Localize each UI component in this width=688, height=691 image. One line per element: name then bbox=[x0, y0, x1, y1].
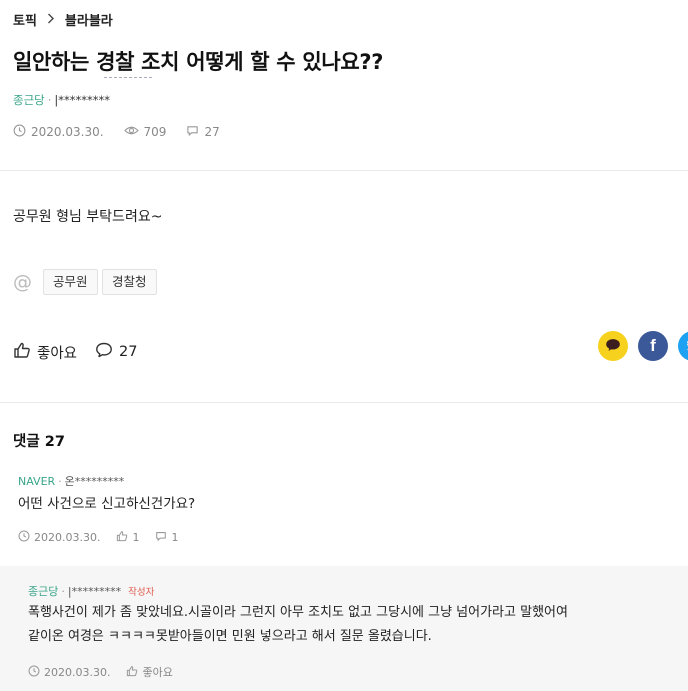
breadcrumb-board-link[interactable]: 토픽 bbox=[13, 10, 37, 29]
reply-meta: 2020.03.30. 좋아요 bbox=[28, 664, 189, 680]
eye-icon bbox=[123, 124, 139, 140]
post-date-text: 2020.03.30. bbox=[31, 125, 104, 139]
author-id: |********* bbox=[54, 93, 111, 107]
breadcrumb-sub-link[interactable]: 블라블라 bbox=[65, 10, 113, 29]
thumbs-up-icon bbox=[116, 530, 128, 545]
at-sign-icon: @ bbox=[13, 271, 32, 293]
comment-date: 2020.03.30. bbox=[18, 530, 100, 545]
facebook-icon: f bbox=[650, 336, 656, 355]
comment-reply-count: 1 bbox=[171, 531, 179, 544]
comment-like-button[interactable]: 1 bbox=[116, 530, 139, 545]
post-views: 709 bbox=[123, 124, 167, 140]
title-keyword-underline[interactable] bbox=[104, 77, 152, 78]
reply-author-separator: · bbox=[61, 584, 65, 598]
reply-date-text: 2020.03.30. bbox=[44, 665, 111, 679]
comment-icon bbox=[186, 124, 199, 140]
reply-like-button[interactable]: 좋아요 bbox=[126, 664, 173, 680]
comment-author[interactable]: NAVER · 온********* bbox=[18, 473, 124, 489]
post-actions: 좋아요 27 bbox=[13, 341, 155, 363]
chevron-right-icon bbox=[47, 12, 55, 28]
post-title: 일안하는 경찰 조치 어떻게 할 수 있나요?? bbox=[13, 50, 384, 74]
reply-like-label: 좋아요 bbox=[142, 666, 173, 679]
clock-icon bbox=[28, 665, 40, 680]
kakao-talk-icon bbox=[605, 337, 621, 356]
clock-icon bbox=[13, 124, 26, 140]
divider bbox=[0, 170, 688, 171]
thumbs-up-icon bbox=[13, 341, 31, 363]
tag-chip[interactable]: 공무원 bbox=[43, 269, 98, 295]
like-label: 좋아요 bbox=[37, 345, 78, 362]
reply-author-name[interactable]: 종근당 bbox=[28, 583, 58, 599]
reply-text-line1: 폭행사건이 제가 좀 맞았네요.시골이라 그런지 아무 조치도 없고 그당시에 … bbox=[28, 605, 568, 620]
reply-author-id: |********* bbox=[67, 584, 122, 598]
post-date: 2020.03.30. bbox=[13, 124, 104, 140]
comment-author-name[interactable]: NAVER bbox=[18, 475, 55, 488]
speech-bubble-icon bbox=[95, 341, 113, 363]
comment-icon bbox=[155, 530, 167, 545]
comment-author-id: 온********* bbox=[64, 475, 125, 488]
like-button[interactable]: 좋아요 bbox=[13, 341, 77, 363]
comment-reply-button[interactable]: 1 bbox=[155, 530, 178, 545]
share-facebook-button[interactable]: f bbox=[638, 331, 668, 361]
post-meta: 2020.03.30. 709 27 bbox=[13, 124, 240, 140]
post-comments-count: 27 bbox=[204, 125, 220, 139]
breadcrumb: 토픽 블라블라 bbox=[13, 10, 113, 29]
post-views-count: 709 bbox=[143, 125, 167, 139]
thumbs-up-icon bbox=[126, 665, 138, 680]
author-name[interactable]: 종근당 bbox=[13, 92, 45, 108]
share-twitter-button[interactable] bbox=[678, 331, 688, 361]
writer-badge: 작성자 bbox=[128, 587, 155, 598]
author-separator: · bbox=[47, 93, 52, 107]
post-body: 공무원 형님 부탁드려요~ bbox=[13, 209, 163, 225]
comments-section-title: 댓글 27 bbox=[13, 434, 65, 450]
comment-text: 어떤 사건으로 신고하신건가요? bbox=[18, 496, 196, 512]
comment-date-text: 2020.03.30. bbox=[34, 531, 101, 544]
reply-text-line2: 같이온 여경은 ㅋㅋㅋㅋ못받아들이면 민원 넣으라고 해서 질문 올렸습니다. bbox=[28, 629, 432, 644]
comment-action-count: 27 bbox=[119, 344, 138, 360]
reply-date: 2020.03.30. bbox=[28, 665, 110, 680]
comment-like-count: 1 bbox=[132, 531, 140, 544]
post-author[interactable]: 종근당 · |********* bbox=[13, 92, 110, 108]
share-kakao-button[interactable] bbox=[598, 331, 628, 361]
comment-button[interactable]: 27 bbox=[95, 341, 137, 363]
clock-icon bbox=[18, 530, 30, 545]
tag-chip[interactable]: 경찰청 bbox=[102, 269, 157, 295]
post-comments: 27 bbox=[186, 124, 220, 140]
comment-author-separator: · bbox=[58, 474, 62, 488]
reply-author[interactable]: 종근당 · |********* 작성자 bbox=[28, 583, 154, 599]
comment-meta: 2020.03.30. 1 1 bbox=[18, 530, 194, 545]
divider bbox=[0, 402, 688, 403]
